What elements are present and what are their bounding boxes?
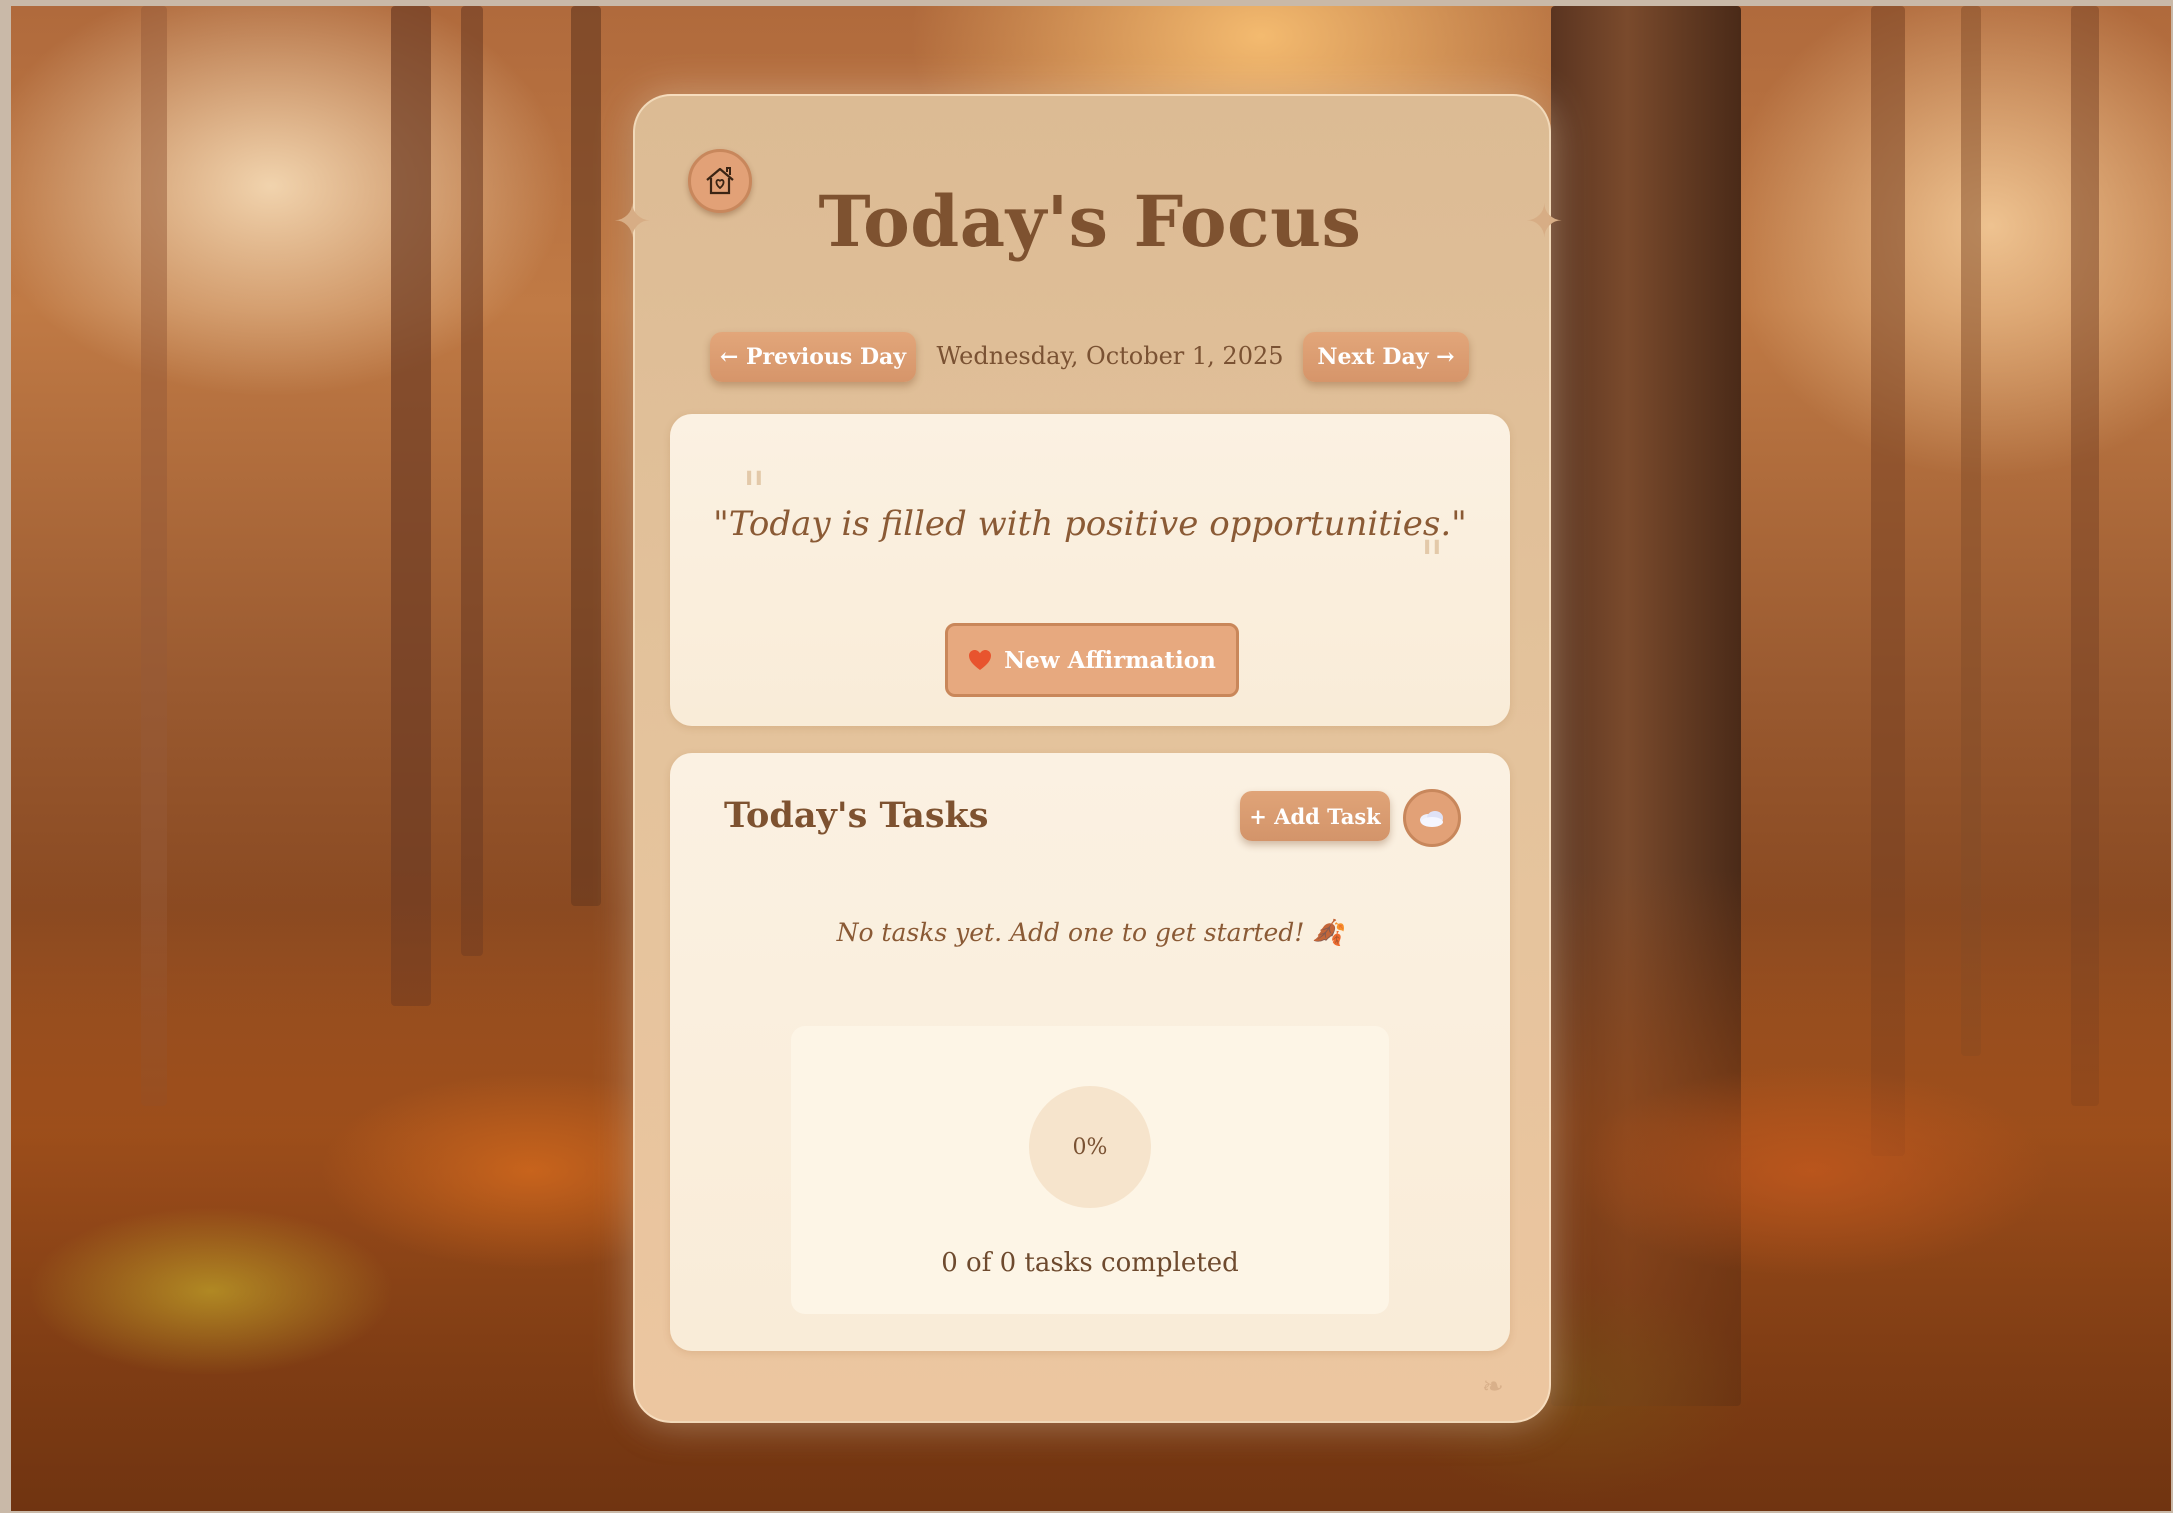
affirmation-text: "Today is filled with positive opportuni… xyxy=(713,504,1467,544)
empty-tasks-message: No tasks yet. Add one to get started! 🍂 xyxy=(836,918,1344,947)
progress-ring: 0% xyxy=(1029,1086,1151,1208)
new-affirmation-label: New Affirmation xyxy=(1004,646,1216,674)
progress-percent: 0% xyxy=(1072,1134,1108,1160)
next-day-button[interactable]: Next Day → xyxy=(1303,332,1469,382)
cloud-icon xyxy=(1420,811,1443,827)
theme-toggle-button[interactable] xyxy=(1403,789,1461,847)
new-affirmation-button[interactable]: New Affirmation xyxy=(945,623,1239,697)
current-date: Wednesday, October 1, 2025 xyxy=(936,342,1284,370)
close-quote-mark: " xyxy=(1420,531,1444,591)
page-title: Today's Focus xyxy=(818,180,1362,263)
previous-day-button[interactable]: ← Previous Day xyxy=(710,332,916,382)
tree-trunk xyxy=(571,6,601,906)
progress-summary: 0 of 0 tasks completed xyxy=(941,1248,1239,1278)
add-task-button[interactable]: + Add Task xyxy=(1240,791,1390,841)
tree-trunk xyxy=(461,6,483,956)
heart-icon xyxy=(969,650,992,670)
tree-trunk xyxy=(391,6,431,1006)
leaf-icon: ❧ xyxy=(1482,1372,1504,1402)
tasks-title: Today's Tasks xyxy=(724,795,989,836)
